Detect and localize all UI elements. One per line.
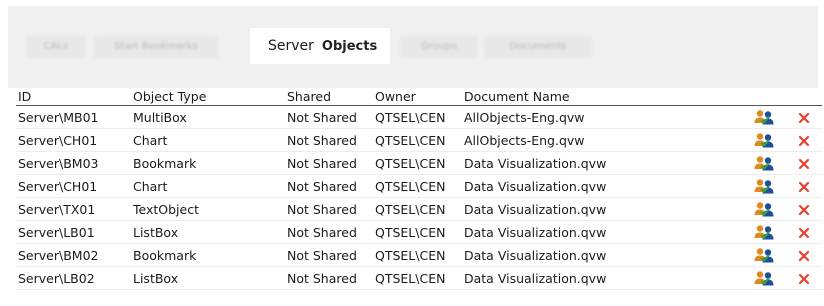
tab-blurred-1[interactable]: CALx [26, 36, 86, 58]
cell-owner: QTSEL\CEN [373, 266, 462, 290]
users-icon [754, 248, 774, 263]
cell-object-type: Bookmark [131, 151, 285, 175]
cell-document-name: Data Visualization.qvw [462, 220, 742, 244]
table-header-row: ID Object Type Shared Owner Document Nam… [16, 88, 822, 106]
delete-button[interactable] [786, 174, 822, 198]
table-row[interactable]: Server\MB01 MultiBox Not Shared QTSEL\CEN Al… [16, 105, 822, 129]
cell-object-type: MultiBox [131, 105, 285, 129]
cell-owner: QTSEL\CEN [373, 151, 462, 175]
users-icon [754, 179, 774, 194]
cell-shared: Not Shared [285, 105, 373, 129]
col-header-shared[interactable]: Shared [285, 88, 373, 106]
cell-shared: Not Shared [285, 174, 373, 198]
col-header-id[interactable]: ID [16, 88, 131, 106]
cell-shared: Not Shared [285, 128, 373, 152]
col-header-document-name[interactable]: Document Name [462, 88, 742, 106]
delete-icon [798, 158, 810, 170]
cell-object-type: Bookmark [131, 243, 285, 267]
table-row[interactable]: Server\BM02 Bookmark Not Shared QTSEL\CEN Da… [16, 243, 822, 267]
delete-button[interactable] [786, 243, 822, 267]
cell-owner: QTSEL\CEN [373, 105, 462, 129]
cell-document-name: Data Visualization.qvw [462, 243, 742, 267]
manage-users-button[interactable] [742, 128, 786, 152]
col-header-object-type[interactable]: Object Type [131, 88, 285, 106]
users-icon [754, 156, 774, 171]
delete-button[interactable] [786, 128, 822, 152]
cell-id: Server\MB01 [16, 105, 131, 129]
cell-owner: QTSEL\CEN [373, 174, 462, 198]
col-header-owner[interactable]: Owner [373, 88, 462, 106]
manage-users-button[interactable] [742, 266, 786, 290]
delete-icon [798, 204, 810, 216]
tab-blurred-3[interactable]: Groups [400, 36, 478, 58]
manage-users-button[interactable] [742, 197, 786, 221]
delete-button[interactable] [786, 105, 822, 129]
delete-icon [798, 227, 810, 239]
cell-shared: Not Shared [285, 243, 373, 267]
cell-id: Server\LB02 [16, 266, 131, 290]
delete-icon [798, 135, 810, 147]
manage-users-button[interactable] [742, 243, 786, 267]
cell-owner: QTSEL\CEN [373, 220, 462, 244]
cell-shared: Not Shared [285, 197, 373, 221]
cell-object-type: ListBox [131, 220, 285, 244]
cell-owner: QTSEL\CEN [373, 243, 462, 267]
delete-button[interactable] [786, 151, 822, 175]
table-row[interactable]: Server\LB01 ListBox Not Shared QTSEL\CEN Dat… [16, 220, 822, 244]
cell-document-name: AllObjects-Eng.qvw [462, 105, 742, 129]
users-icon [754, 133, 774, 148]
cell-id: Server\CH01 [16, 128, 131, 152]
cell-document-name: AllObjects-Eng.qvw [462, 128, 742, 152]
manage-users-button[interactable] [742, 151, 786, 175]
users-icon [754, 271, 774, 286]
table-row[interactable]: Server\BM03 Bookmark Not Shared QTSEL\CEN Da… [16, 151, 822, 175]
cell-id: Server\TX01 [16, 197, 131, 221]
tab-objects-label: Objects [321, 38, 378, 54]
cell-owner: QTSEL\CEN [373, 128, 462, 152]
table-row[interactable]: Server\LB02 ListBox Not Shared QTSEL\CEN Dat… [16, 266, 822, 290]
users-icon [754, 202, 774, 217]
cell-object-type: Chart [131, 174, 285, 198]
delete-icon [798, 250, 810, 262]
tab-server-objects[interactable]: Server Objects [250, 28, 390, 64]
delete-icon [798, 273, 810, 285]
table-row[interactable]: Server\CH01 Chart Not Shared QTSEL\CEN AllOb… [16, 128, 822, 152]
manage-users-button[interactable] [742, 174, 786, 198]
cell-id: Server\BM03 [16, 151, 131, 175]
table-row[interactable]: Server\TX01 TextObject Not Shared QTSEL\CEN… [16, 197, 822, 221]
tab-blurred-2[interactable]: Start Bookmarks [94, 36, 218, 58]
cell-shared: Not Shared [285, 151, 373, 175]
cell-document-name: Data Visualization.qvw [462, 174, 742, 198]
cell-object-type: Chart [131, 128, 285, 152]
cell-id: Server\CH01 [16, 174, 131, 198]
manage-users-button[interactable] [742, 105, 786, 129]
tab-bar: CALx Start Bookmarks Server Objects Grou… [8, 6, 818, 88]
users-icon [754, 110, 774, 125]
delete-button[interactable] [786, 220, 822, 244]
col-header-manage [742, 88, 786, 106]
delete-button[interactable] [786, 197, 822, 221]
cell-id: Server\BM02 [16, 243, 131, 267]
cell-id: Server\LB01 [16, 220, 131, 244]
manage-users-button[interactable] [742, 220, 786, 244]
cell-document-name: Data Visualization.qvw [462, 266, 742, 290]
table-row[interactable]: Server\CH01 Chart Not Shared QTSEL\CEN Data … [16, 174, 822, 198]
server-objects-table: ID Object Type Shared Owner Document Nam… [16, 88, 822, 290]
tab-blurred-4[interactable]: Documents [484, 36, 592, 58]
col-header-delete [786, 88, 822, 106]
cell-document-name: Data Visualization.qvw [462, 151, 742, 175]
delete-button[interactable] [786, 266, 822, 290]
cell-object-type: TextObject [131, 197, 285, 221]
cell-object-type: ListBox [131, 266, 285, 290]
delete-icon [798, 112, 810, 124]
cell-shared: Not Shared [285, 266, 373, 290]
cell-owner: QTSEL\CEN [373, 197, 462, 221]
tab-server-label: Server [268, 38, 314, 54]
users-icon [754, 225, 774, 240]
delete-icon [798, 181, 810, 193]
cell-document-name: Data Visualization.qvw [462, 197, 742, 221]
cell-shared: Not Shared [285, 220, 373, 244]
